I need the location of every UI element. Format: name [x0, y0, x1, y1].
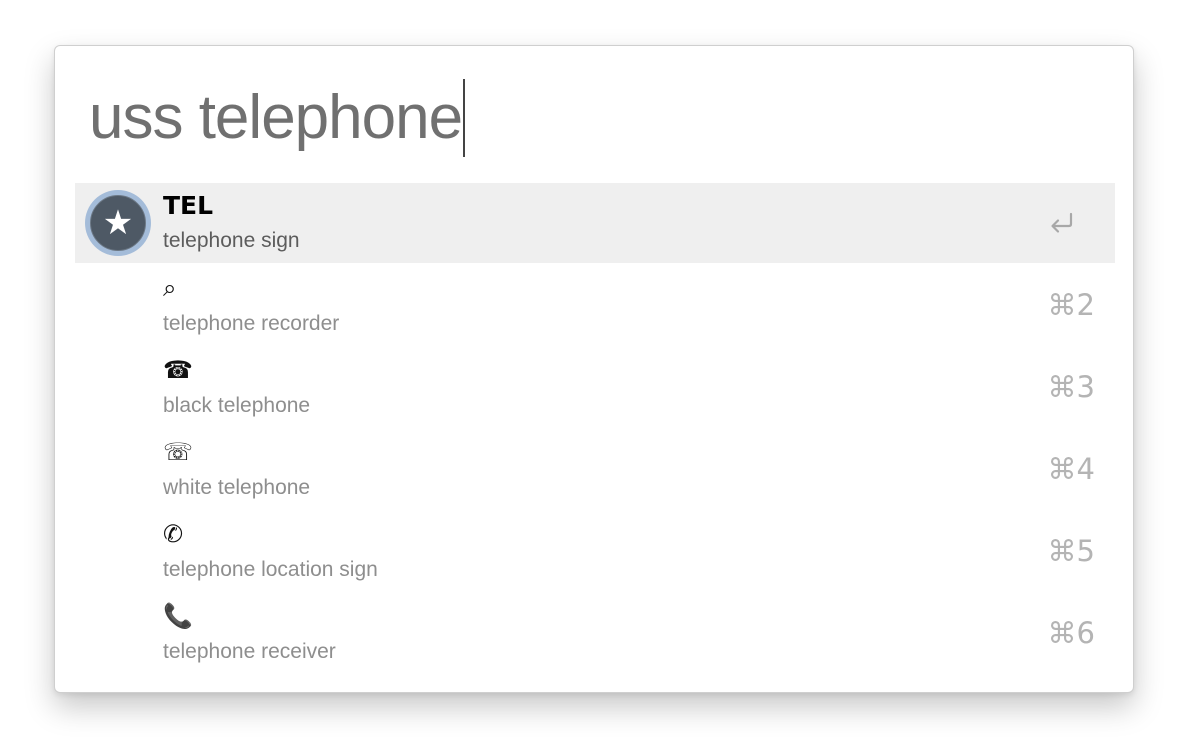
star-icon-glyph: ★ — [90, 195, 146, 251]
results-list: ★ TEL telephone sign ⌕ telephone recorde… — [75, 183, 1115, 675]
result-label: telephone receiver — [163, 640, 336, 663]
result-glyph: ⌕ — [163, 274, 177, 302]
result-label: telephone sign — [163, 229, 300, 252]
result-shortcut: ⌘2 — [1047, 288, 1095, 322]
result-row-telephone-recorder[interactable]: ⌕ telephone recorder ⌘2 — [75, 265, 1115, 347]
result-label: black telephone — [163, 394, 311, 417]
return-arrow-icon — [1051, 212, 1073, 233]
search-query-text[interactable]: uss telephone — [89, 87, 463, 149]
search-field[interactable]: uss telephone — [89, 68, 466, 168]
launcher-window: uss telephone ★ TEL telephone sign ⌕ tel… — [54, 45, 1134, 693]
result-glyph: ☏ — [163, 438, 194, 466]
result-row-telephone-location-sign[interactable]: ✆ telephone location sign ⌘5 — [75, 511, 1115, 593]
result-label: telephone recorder — [163, 312, 340, 335]
result-label: telephone location sign — [163, 558, 378, 581]
result-shortcut: ⌘5 — [1047, 534, 1095, 568]
result-shortcut: ⌘6 — [1047, 616, 1095, 650]
result-glyph: ☎ — [163, 356, 193, 384]
text-caret — [463, 79, 466, 157]
result-label: white telephone — [163, 476, 311, 499]
result-glyph: TEL — [163, 191, 214, 220]
result-row-telephone-sign[interactable]: ★ TEL telephone sign — [75, 183, 1115, 263]
result-glyph: 📞 — [163, 602, 193, 630]
star-icon: ★ — [85, 190, 151, 256]
result-row-white-telephone[interactable]: ☏ white telephone ⌘4 — [75, 429, 1115, 511]
result-shortcut: ⌘3 — [1047, 370, 1095, 404]
result-row-black-telephone[interactable]: ☎ black telephone ⌘3 — [75, 347, 1115, 429]
result-shortcut: ⌘4 — [1047, 452, 1095, 486]
result-row-telephone-receiver[interactable]: 📞 telephone receiver ⌘6 — [75, 593, 1115, 675]
result-glyph: ✆ — [163, 520, 184, 548]
